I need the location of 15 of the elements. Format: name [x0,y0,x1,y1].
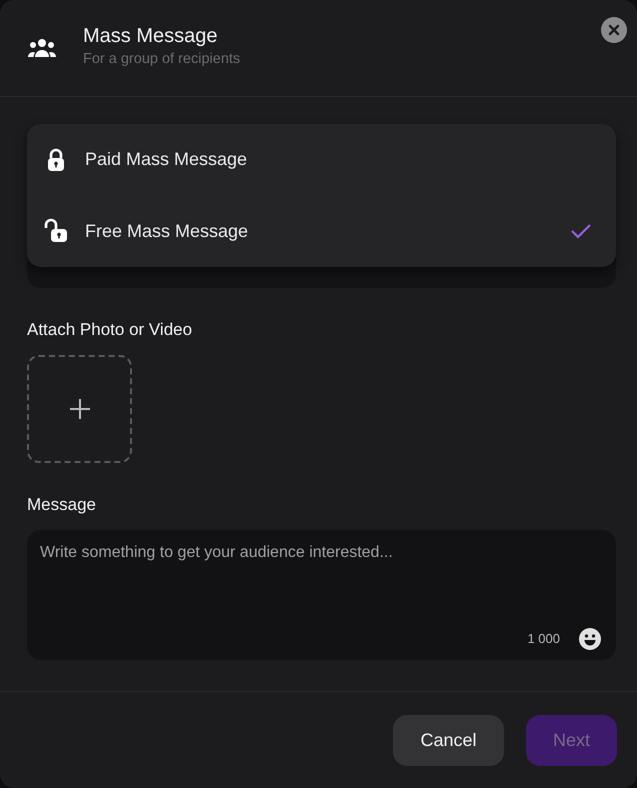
close-button[interactable] [601,17,627,43]
attach-label: Attach Photo or Video [27,320,194,340]
dialog-subtitle: For a group of recipients [83,51,240,67]
plus-icon [68,398,90,420]
upload-tile[interactable] [27,355,132,463]
group-icon [27,37,57,59]
smiley-icon[interactable] [578,627,602,651]
message-label: Message [27,495,97,515]
close-icon [608,24,620,36]
character-counter: 1 000 [527,631,560,646]
unlocked-lock-icon [43,218,69,244]
dialog-title: Mass Message [83,25,218,48]
menu-option[interactable]: Paid Mass Message [27,130,616,190]
menu-option[interactable]: Free Mass Message [27,201,616,262]
cancel-button[interactable]: Cancel [393,714,504,766]
